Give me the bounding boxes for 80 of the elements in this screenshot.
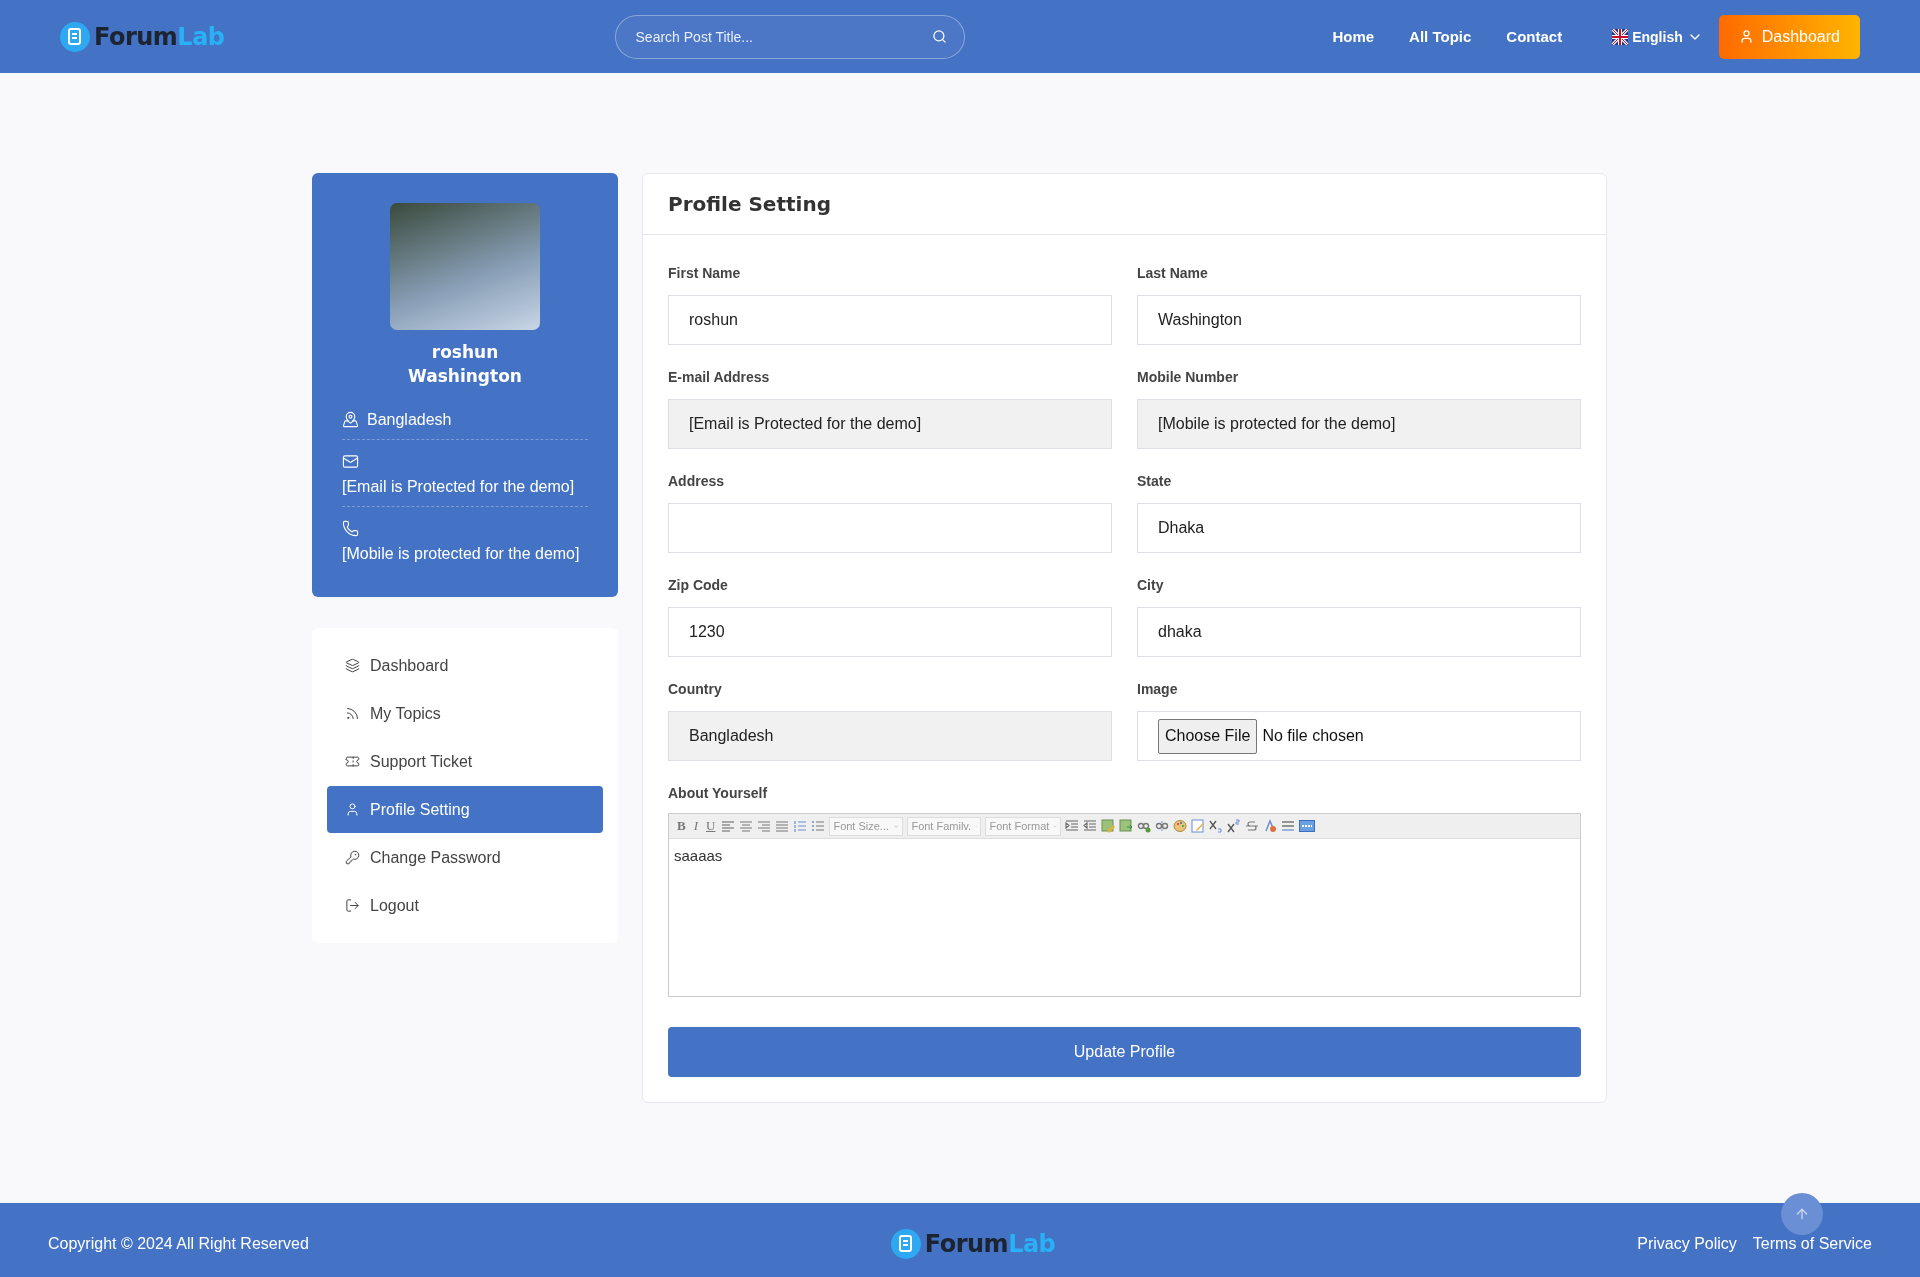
- user-icon: [1738, 29, 1754, 44]
- menu-item[interactable]: My Topics: [327, 690, 603, 737]
- palette-icon[interactable]: [1173, 819, 1188, 833]
- logo-icon: [60, 21, 90, 52]
- horizontal-rule-icon[interactable]: [1281, 819, 1296, 833]
- format-button[interactable]: U: [704, 818, 718, 834]
- ticket-icon: [345, 754, 360, 769]
- user-last-name: Washington: [408, 366, 522, 386]
- field-label: E-mail Address: [668, 369, 771, 385]
- remove-format-icon[interactable]: [1263, 819, 1278, 833]
- file-status: No file chosen: [1262, 727, 1364, 745]
- info-text: [Mobile is protected for the demo]: [342, 545, 580, 563]
- nav-link[interactable]: Contact: [1506, 28, 1563, 45]
- image-insert-icon[interactable]: [1119, 819, 1134, 833]
- menu-item[interactable]: Logout: [327, 882, 603, 929]
- input-field[interactable]: Dhaka: [1137, 503, 1581, 553]
- format-button[interactable]: I: [691, 818, 700, 834]
- ordered-list-icon[interactable]: [793, 819, 808, 833]
- strikethrough-icon[interactable]: [1245, 819, 1260, 833]
- rich-text-editor[interactable]: B I U Font Size... Font Familv. Font Format saaaas: [668, 813, 1581, 997]
- info-text: [Email is Protected for the demo]: [342, 478, 575, 496]
- mail-icon: [342, 453, 359, 470]
- menu-item[interactable]: Profile Setting: [327, 786, 603, 833]
- footer-link[interactable]: Privacy Policy: [1637, 1235, 1737, 1253]
- input-field[interactable]: [Mobile is protected for the demo]: [1137, 399, 1581, 449]
- field-label: Image: [1137, 681, 1179, 697]
- language-dropdown[interactable]: English: [1612, 28, 1703, 45]
- align-center-icon[interactable]: [739, 819, 754, 833]
- phone-icon: [342, 520, 359, 537]
- image-edit-icon[interactable]: [1101, 819, 1116, 833]
- search-icon[interactable]: [931, 28, 947, 44]
- input-field[interactable]: roshun: [668, 295, 1112, 345]
- subscript-icon[interactable]: [1209, 819, 1224, 833]
- align-justify-icon[interactable]: [775, 819, 790, 833]
- update-profile-button[interactable]: Update Profile: [668, 1027, 1581, 1077]
- indent-icon[interactable]: [1065, 819, 1080, 833]
- copyright-text: Copyright © 2024 All Right Reserved: [48, 1235, 309, 1253]
- footer-link[interactable]: Terms of Service: [1752, 1235, 1872, 1253]
- nav-link[interactable]: All Topic: [1409, 28, 1472, 45]
- input-field[interactable]: [668, 503, 1112, 553]
- html-source-icon[interactable]: [1299, 820, 1316, 832]
- logo-icon: [890, 1229, 921, 1259]
- field-label: Zip Code: [668, 577, 729, 593]
- flag-icon: [1612, 28, 1629, 45]
- form-title: Profile Setting: [643, 174, 1606, 235]
- info-text: Bangladesh: [367, 411, 452, 429]
- menu-item[interactable]: Dashboard: [327, 642, 603, 689]
- user-first-name: roshun: [431, 342, 499, 362]
- input-field[interactable]: 1230: [668, 607, 1112, 657]
- signal-icon: [345, 706, 360, 721]
- outdent-icon[interactable]: [1083, 819, 1098, 833]
- nav-link[interactable]: Home: [1332, 28, 1375, 45]
- unlink-icon[interactable]: [1155, 819, 1170, 833]
- superscript-icon[interactable]: [1227, 819, 1242, 833]
- align-left-icon[interactable]: [721, 819, 736, 833]
- input-field[interactable]: Bangladesh: [668, 711, 1112, 761]
- field-label: City: [1137, 577, 1165, 593]
- field-label: About Yourself: [668, 785, 769, 801]
- logout-icon: [345, 898, 360, 913]
- field-label: First Name: [668, 265, 742, 281]
- input-field[interactable]: dhaka: [1137, 607, 1581, 657]
- align-right-icon[interactable]: [757, 819, 772, 833]
- menu-item[interactable]: Change Password: [327, 834, 603, 881]
- bullet-list-icon[interactable]: [811, 819, 826, 833]
- choose-file-button[interactable]: Choose File: [1158, 718, 1258, 754]
- input-field[interactable]: Washington: [1137, 295, 1581, 345]
- field-label: State: [1137, 473, 1173, 489]
- map-pin-icon: [342, 411, 359, 428]
- field-label: Mobile Number: [1137, 369, 1240, 385]
- menu-item[interactable]: Support Ticket: [327, 738, 603, 785]
- input-field[interactable]: [Email is Protected for the demo]: [668, 399, 1112, 449]
- format-button[interactable]: B: [675, 818, 688, 834]
- key-icon: [345, 850, 360, 865]
- field-label: Country: [668, 681, 723, 697]
- user-icon: [345, 802, 360, 817]
- file-field[interactable]: Choose File No file chosen: [1137, 711, 1581, 761]
- field-label: Last Name: [1137, 265, 1209, 281]
- field-label: Address: [668, 473, 726, 489]
- scroll-top-button[interactable]: [1781, 1193, 1823, 1235]
- layers-icon: [345, 658, 360, 673]
